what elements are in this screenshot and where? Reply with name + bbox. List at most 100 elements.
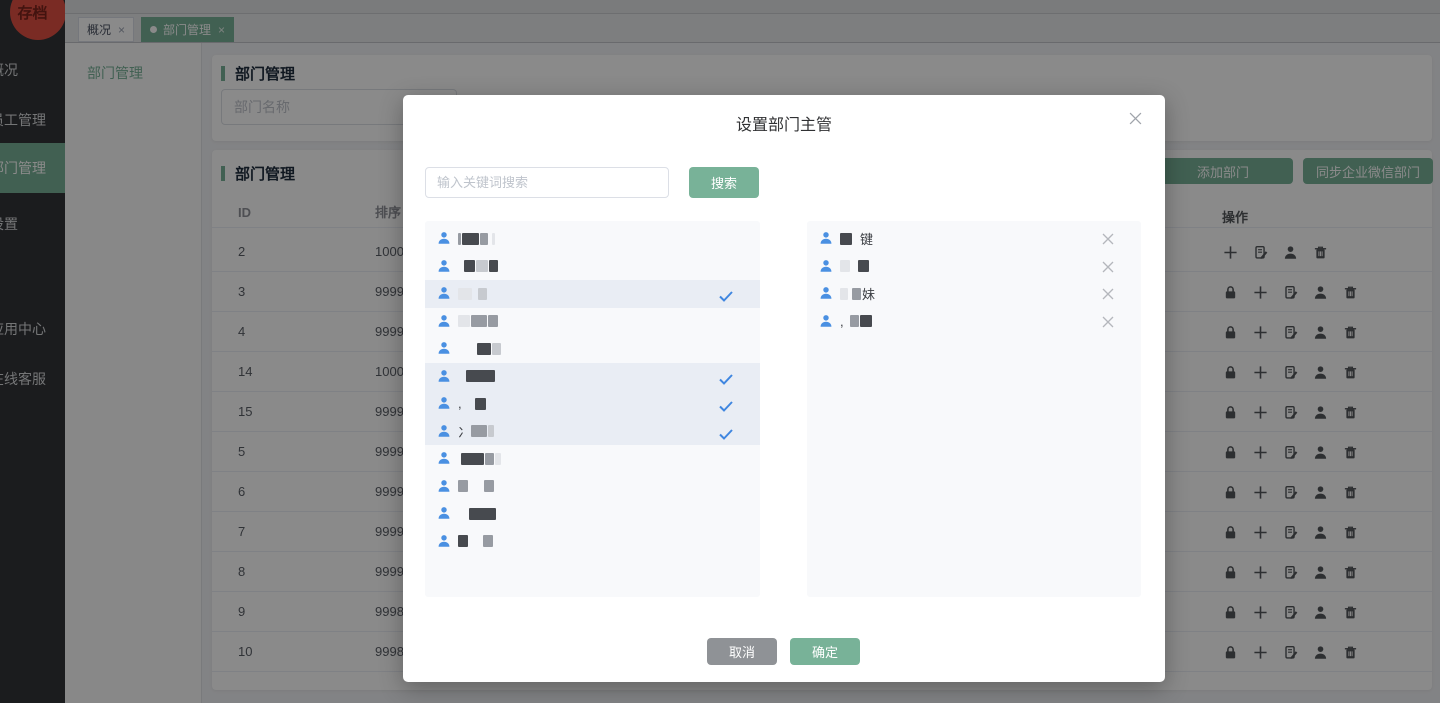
user-name-fragment: 冫 bbox=[458, 424, 472, 440]
redaction-block bbox=[458, 480, 468, 493]
user-name-redacted bbox=[458, 342, 502, 355]
check-icon bbox=[719, 289, 733, 302]
redaction-block bbox=[480, 232, 488, 245]
candidate-user-row[interactable]: , bbox=[425, 390, 760, 418]
user-avatar-icon bbox=[437, 479, 452, 494]
search-button[interactable]: 搜索 bbox=[689, 167, 759, 198]
redaction-block bbox=[853, 233, 859, 245]
user-avatar-icon bbox=[819, 231, 834, 246]
user-name-redacted bbox=[458, 260, 499, 273]
selected-user-row bbox=[807, 253, 1141, 281]
remove-user-icon[interactable] bbox=[1102, 260, 1115, 273]
redaction-block bbox=[849, 288, 851, 300]
close-icon[interactable] bbox=[1129, 112, 1143, 126]
candidate-user-row[interactable] bbox=[425, 528, 760, 556]
cancel-button[interactable]: 取消 bbox=[707, 638, 777, 665]
redaction-block bbox=[489, 260, 498, 273]
remove-user-icon[interactable] bbox=[1102, 232, 1115, 245]
user-avatar-icon bbox=[437, 286, 452, 301]
candidate-user-row[interactable] bbox=[425, 253, 760, 281]
redaction-block bbox=[464, 260, 475, 273]
redaction-block bbox=[840, 287, 848, 300]
redaction-block bbox=[492, 342, 501, 355]
redaction-block bbox=[495, 452, 501, 465]
user-avatar-icon bbox=[819, 259, 834, 274]
confirm-button[interactable]: 确定 bbox=[790, 638, 860, 665]
user-avatar-icon bbox=[437, 506, 452, 521]
candidate-user-row[interactable] bbox=[425, 225, 760, 253]
check-icon bbox=[719, 372, 733, 385]
user-name-redacted bbox=[458, 507, 497, 520]
user-avatar-icon bbox=[437, 231, 452, 246]
check-icon bbox=[719, 427, 733, 440]
redaction-block bbox=[471, 425, 488, 438]
remove-user-icon[interactable] bbox=[1102, 287, 1115, 300]
user-name-redacted bbox=[458, 480, 495, 493]
user-avatar-icon bbox=[819, 286, 834, 301]
redaction-block bbox=[858, 260, 869, 273]
user-name-redacted bbox=[458, 452, 502, 465]
redaction-block bbox=[458, 232, 461, 245]
selected-user-row: , bbox=[807, 308, 1141, 336]
redaction-block bbox=[852, 287, 861, 300]
candidate-user-row[interactable] bbox=[425, 280, 760, 308]
candidate-user-row[interactable]: 冫 bbox=[425, 417, 760, 445]
user-avatar-icon bbox=[437, 341, 452, 356]
dialog-title: 设置部门主管 bbox=[735, 117, 832, 134]
redaction-block bbox=[458, 315, 470, 328]
redaction-block bbox=[840, 232, 852, 245]
user-name-fragment: 妹 bbox=[862, 287, 876, 303]
user-avatar-icon bbox=[437, 424, 452, 439]
redaction-block bbox=[466, 370, 495, 383]
redaction-block bbox=[844, 315, 849, 327]
candidate-user-row[interactable] bbox=[425, 335, 760, 363]
redaction-block bbox=[458, 260, 463, 272]
redaction-block bbox=[473, 288, 477, 300]
candidate-user-row[interactable] bbox=[425, 473, 760, 501]
user-name-redacted: , bbox=[840, 314, 873, 329]
redaction-block bbox=[461, 452, 484, 465]
redaction-block bbox=[849, 315, 859, 328]
user-name-redacted bbox=[458, 232, 496, 245]
redaction-block bbox=[489, 233, 491, 245]
candidate-user-row[interactable] bbox=[425, 500, 760, 528]
candidate-user-row[interactable] bbox=[425, 445, 760, 473]
candidate-user-row[interactable] bbox=[425, 362, 760, 390]
redaction-block bbox=[469, 535, 482, 547]
redaction-block bbox=[458, 287, 472, 300]
redaction-block bbox=[469, 507, 496, 520]
redaction-block bbox=[851, 260, 857, 272]
user-name-redacted bbox=[458, 535, 494, 548]
check-icon bbox=[719, 399, 733, 412]
redaction-block bbox=[492, 232, 495, 245]
user-name-fragment: 键 bbox=[860, 232, 874, 248]
redaction-block bbox=[462, 398, 474, 410]
user-avatar-icon bbox=[437, 451, 452, 466]
remove-user-icon[interactable] bbox=[1102, 315, 1115, 328]
user-avatar-icon bbox=[819, 314, 834, 329]
redaction-block bbox=[462, 232, 479, 245]
set-department-manager-dialog: 设置部门主管 搜索 ,冫 键妹, 取消 确定 bbox=[403, 95, 1165, 682]
redaction-block bbox=[476, 260, 488, 273]
redaction-block bbox=[478, 287, 487, 300]
redaction-block bbox=[458, 453, 460, 465]
user-avatar-icon bbox=[437, 534, 452, 549]
selected-user-list: 键妹, bbox=[807, 221, 1141, 597]
selected-user-row: 键 bbox=[807, 225, 1141, 253]
user-name-redacted bbox=[840, 260, 870, 273]
user-name-redacted bbox=[458, 287, 488, 300]
redaction-block bbox=[485, 452, 494, 465]
user-name-redacted: 妹 bbox=[840, 284, 875, 303]
candidate-user-list: ,冫 bbox=[425, 221, 760, 597]
redaction-block bbox=[488, 315, 498, 328]
user-name-redacted bbox=[458, 370, 496, 383]
candidate-user-row[interactable] bbox=[425, 308, 760, 336]
selected-user-row: 妹 bbox=[807, 280, 1141, 308]
user-name-redacted bbox=[458, 315, 499, 328]
redaction-block bbox=[458, 508, 468, 520]
keyword-search-input[interactable] bbox=[425, 167, 669, 198]
redaction-block bbox=[477, 342, 491, 355]
redaction-block bbox=[484, 480, 494, 493]
redaction-block bbox=[474, 397, 486, 410]
redaction-block bbox=[488, 425, 495, 438]
